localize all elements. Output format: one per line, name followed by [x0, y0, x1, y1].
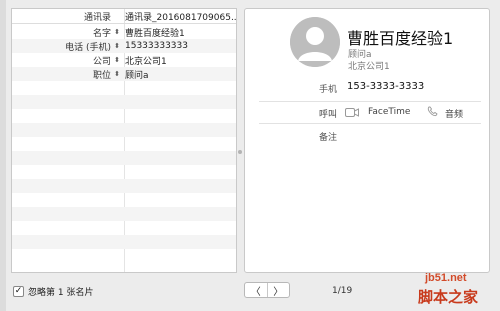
person-silhouette-icon — [290, 17, 340, 67]
updown-chevron-icon[interactable]: ⬍ — [113, 70, 121, 78]
empty-row — [12, 137, 236, 151]
mapping-row-name[interactable]: 名字 ⬍ 曹胜百度经验1 — [12, 25, 236, 39]
empty-row — [12, 109, 236, 123]
phone-label: 手机 — [319, 85, 338, 95]
facetime-button[interactable]: FaceTime — [368, 107, 410, 117]
updown-chevron-icon[interactable]: ⬍ — [113, 56, 121, 64]
mapping-value: 北京公司1 — [125, 56, 167, 67]
skip-card-label[interactable]: 忽略第 1 张名片 — [28, 285, 93, 298]
card-navigation: 〈 〉 — [244, 282, 290, 298]
notes-label: 备注 — [319, 133, 338, 143]
empty-row — [12, 193, 236, 207]
updown-chevron-icon[interactable]: ⬍ — [113, 42, 121, 50]
watermark-site-name: 脚本之家 — [418, 288, 479, 306]
mapping-value: 15333333333 — [125, 41, 188, 51]
empty-row — [12, 95, 236, 109]
divider — [259, 101, 481, 102]
watermark-domain: jb51.net — [425, 272, 467, 284]
empty-row — [12, 207, 236, 221]
mapping-field-select[interactable]: 名字 — [12, 26, 113, 39]
mapping-value: 顾问a — [125, 70, 149, 81]
empty-row — [12, 249, 236, 263]
split-view-handle[interactable] — [238, 150, 242, 154]
background-window-edge — [0, 0, 6, 311]
empty-row — [12, 235, 236, 249]
call-button[interactable]: 呼叫 — [319, 107, 337, 120]
checkmark-icon: ✓ — [14, 286, 23, 296]
mapping-value: 曹胜百度经验1 — [125, 28, 185, 39]
empty-row — [12, 165, 236, 179]
empty-row — [12, 151, 236, 165]
empty-row — [12, 179, 236, 193]
video-camera-icon[interactable] — [345, 108, 359, 117]
empty-row — [12, 221, 236, 235]
mapping-header-key: 通讯录 — [83, 13, 111, 23]
mapping-field-select[interactable]: 职位 — [12, 68, 113, 81]
divider — [259, 123, 481, 124]
phone-value[interactable]: 153-3333-3333 — [347, 81, 424, 92]
mapping-header-row: 通讯录 通讯录_2016081709065... — [12, 10, 236, 24]
empty-row — [12, 123, 236, 137]
empty-row — [12, 81, 236, 95]
next-card-button[interactable]: 〉 — [268, 283, 290, 298]
updown-chevron-icon[interactable]: ⬍ — [113, 28, 121, 36]
mapping-field-select[interactable]: 公司 — [12, 54, 113, 67]
field-mapping-table: 通讯录 通讯录_2016081709065... 名字 ⬍ 曹胜百度经验1 电话… — [11, 8, 237, 273]
mapping-field-select[interactable]: 电话 (手机) — [12, 40, 113, 53]
audio-call-button[interactable]: 音频 — [445, 107, 463, 120]
chevron-right-icon: 〉 — [273, 286, 284, 298]
mapping-header-value: 通讯录_2016081709065... — [125, 13, 236, 23]
skip-card-checkbox[interactable]: ✓ — [13, 286, 24, 297]
mapping-row-title[interactable]: 职位 ⬍ 顾问a — [12, 67, 236, 81]
previous-card-button[interactable]: 〈 — [245, 283, 267, 298]
skip-card-checkbox-group[interactable]: ✓ 忽略第 1 张名片 — [13, 285, 93, 298]
card-page-counter: 1/19 — [332, 286, 353, 296]
contact-card-preview: 曹胜百度经验1 顾问a 北京公司1 手机 153-3333-3333 呼叫 Fa… — [244, 8, 490, 273]
contact-company: 北京公司1 — [348, 62, 390, 72]
mapping-row-phone[interactable]: 电话 (手机) ⬍ 15333333333 — [12, 39, 236, 53]
phone-handset-icon[interactable] — [427, 106, 438, 117]
chevron-left-icon: 〈 — [250, 286, 261, 298]
mapping-row-company[interactable]: 公司 ⬍ 北京公司1 — [12, 53, 236, 67]
contact-name: 曹胜百度经验1 — [347, 29, 454, 48]
